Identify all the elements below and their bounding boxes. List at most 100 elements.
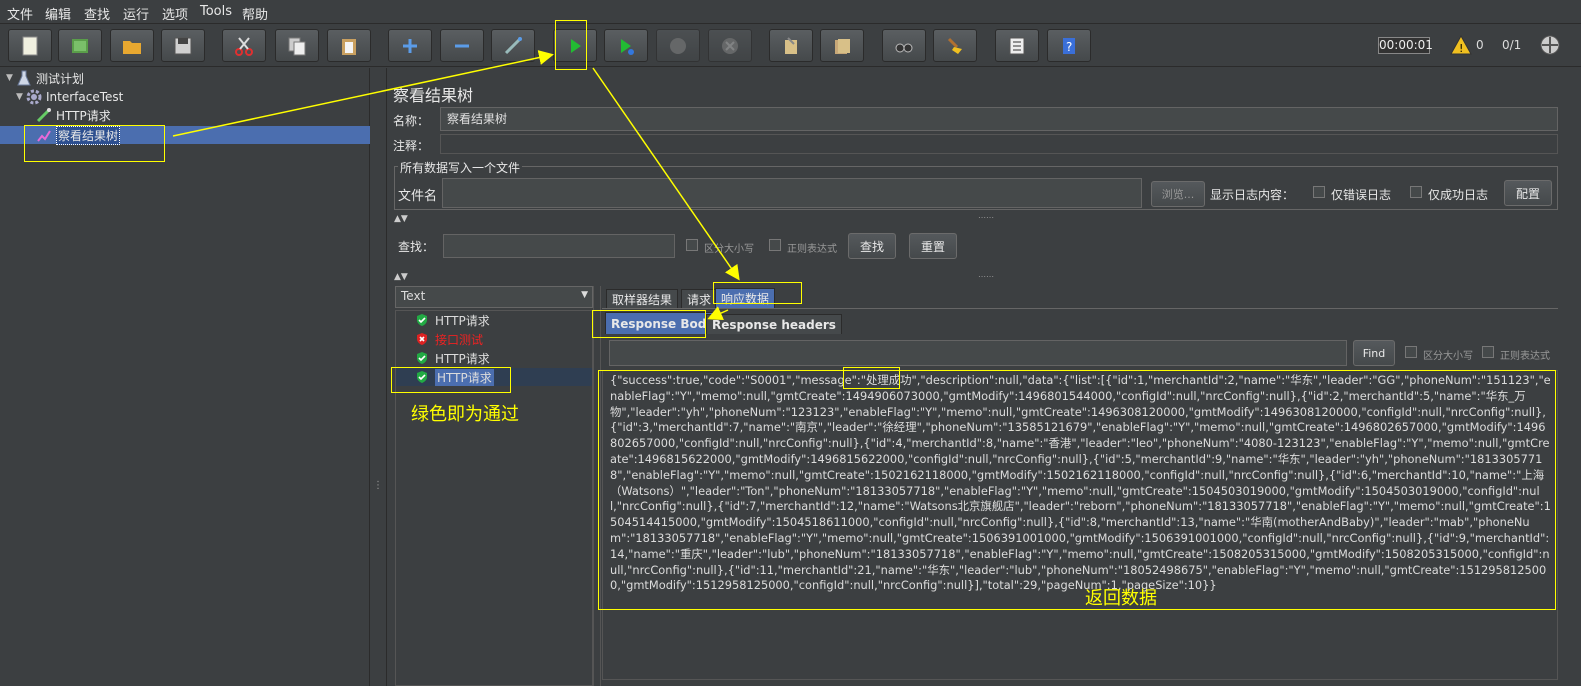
- menu-run[interactable]: 运行: [123, 4, 149, 23]
- panel-splitter[interactable]: ⋮: [371, 68, 387, 686]
- tree-node-thread-group[interactable]: ▼ InterfaceTest: [16, 88, 123, 106]
- result-item-pass[interactable]: HTTP请求: [415, 311, 490, 329]
- shutdown-button[interactable]: [708, 29, 752, 62]
- warning-count: 0: [1476, 38, 1484, 52]
- browse-button[interactable]: 浏览...: [1151, 181, 1205, 207]
- response-case-checkbox[interactable]: [1405, 346, 1417, 358]
- copy-icon: [288, 37, 306, 55]
- stop-button[interactable]: [656, 29, 700, 62]
- tree-node-http-sampler[interactable]: HTTP请求: [36, 106, 111, 124]
- search-case-checkbox[interactable]: [686, 239, 698, 251]
- pass-shield-icon: [417, 352, 427, 364]
- expand-button[interactable]: [388, 29, 432, 62]
- tab-sampler-result[interactable]: 取样器结果: [606, 289, 679, 309]
- copy-button[interactable]: [275, 29, 319, 62]
- open-folder-icon: [123, 40, 141, 54]
- stop-icon: [670, 37, 686, 54]
- save-icon: [174, 37, 192, 54]
- comment-field[interactable]: [440, 134, 1558, 154]
- menu-tools[interactable]: Tools: [200, 4, 232, 19]
- expand-toggle-icon[interactable]: ▼: [16, 92, 26, 102]
- gear-icon: [26, 89, 42, 105]
- tree-label: 测试计划: [36, 71, 85, 86]
- name-field[interactable]: 察看结果树: [440, 107, 1558, 131]
- menu-options[interactable]: 选项: [162, 4, 188, 23]
- response-find-button[interactable]: Find: [1353, 340, 1395, 366]
- search-regex-label: 正则表达式: [787, 244, 837, 255]
- tab-divider: [602, 308, 1558, 309]
- response-regex-checkbox[interactable]: [1482, 346, 1494, 358]
- templates-button[interactable]: [58, 29, 102, 62]
- annotation-box-listener: [24, 125, 165, 162]
- search-regex-checkbox[interactable]: [769, 239, 781, 251]
- log-content-label: 显示日志内容：: [1210, 188, 1295, 202]
- search-button[interactable]: 查找: [848, 233, 896, 259]
- response-find-field[interactable]: [609, 340, 1347, 366]
- start-no-pauses-button[interactable]: [604, 29, 648, 62]
- result-item-fail[interactable]: 接口测试: [415, 330, 483, 348]
- expand-toggle-icon[interactable]: ▼: [6, 73, 16, 83]
- dropdown-arrow-icon[interactable]: ▼: [581, 290, 588, 300]
- result-label: HTTP请求: [435, 351, 490, 366]
- configure-button[interactable]: 配置: [1504, 180, 1552, 206]
- flask-icon: [16, 70, 32, 86]
- shutdown-icon: [722, 37, 738, 54]
- menu-search[interactable]: 查找: [84, 4, 110, 23]
- tree-label: HTTP请求: [56, 108, 111, 123]
- clear-button[interactable]: [769, 29, 813, 62]
- search-button[interactable]: [882, 29, 926, 62]
- tree-label: InterfaceTest: [46, 90, 124, 104]
- play-no-pause-icon: [621, 38, 634, 55]
- collapse-arrows-icon[interactable]: ▲▼: [394, 272, 408, 282]
- search-field[interactable]: [443, 234, 675, 258]
- menu-file[interactable]: 文件: [7, 4, 33, 23]
- elapsed-timer: 00:00:01: [1378, 37, 1433, 54]
- response-regex-label: 正则表达式: [1500, 351, 1550, 362]
- result-item-pass[interactable]: HTTP请求: [415, 349, 490, 367]
- success-only-checkbox[interactable]: [1410, 186, 1422, 198]
- collapse-arrows-icon[interactable]: ▲▼: [394, 214, 408, 224]
- save-button[interactable]: [161, 29, 205, 62]
- search-label: 查找：: [398, 240, 435, 254]
- tab-response-headers[interactable]: Response headers: [706, 314, 842, 334]
- reset-search-button[interactable]: [933, 29, 977, 62]
- annotation-box-response: [598, 370, 1556, 610]
- function-helper-button[interactable]: [995, 29, 1039, 62]
- toolbar: ? 00:00:01 ! 0 0/1: [0, 25, 1581, 67]
- response-case-label: 区分大小写: [1423, 351, 1473, 362]
- menu-help[interactable]: 帮助: [242, 4, 268, 23]
- menu-edit[interactable]: 编辑: [45, 4, 71, 23]
- svg-text:?: ?: [1066, 40, 1072, 54]
- templates-icon: [72, 38, 88, 53]
- errors-only-checkbox[interactable]: [1313, 186, 1325, 198]
- tab-request[interactable]: 请求: [681, 289, 718, 309]
- paste-button[interactable]: [327, 29, 371, 62]
- result-label: HTTP请求: [435, 313, 490, 328]
- svg-text:!: !: [1459, 42, 1463, 55]
- tree-node-test-plan[interactable]: ▼ 测试计划: [6, 69, 84, 87]
- reset-button[interactable]: 重置: [909, 233, 957, 259]
- cut-button[interactable]: [222, 29, 266, 62]
- warning-icon[interactable]: !: [1450, 35, 1472, 55]
- help-button[interactable]: ?: [1047, 29, 1091, 62]
- help-icon: ?: [1063, 37, 1075, 54]
- divider-grip-icon[interactable]: ⋯⋯: [978, 213, 994, 222]
- collapse-button[interactable]: [440, 29, 484, 62]
- annotation-return-data: 返回数据: [1085, 588, 1157, 609]
- fail-shield-icon: [417, 333, 427, 345]
- toggle-button[interactable]: [491, 29, 535, 62]
- annotation-box-start: [555, 20, 587, 70]
- annotation-box-response-tab: [713, 282, 802, 304]
- annotation-box-result: [391, 367, 511, 393]
- pass-shield-icon: [417, 314, 427, 326]
- filename-field[interactable]: [442, 178, 1142, 208]
- clear-all-button[interactable]: [820, 29, 864, 62]
- broom-icon: [947, 37, 962, 54]
- new-file-icon: [22, 36, 38, 55]
- splitter-grip-icon[interactable]: ⋮: [373, 480, 383, 491]
- divider-grip-icon[interactable]: ⋯⋯: [978, 272, 994, 281]
- open-button[interactable]: [110, 29, 154, 62]
- plus-icon: [403, 38, 417, 53]
- renderer-select[interactable]: Text ▼: [395, 286, 593, 308]
- new-button[interactable]: [8, 29, 52, 62]
